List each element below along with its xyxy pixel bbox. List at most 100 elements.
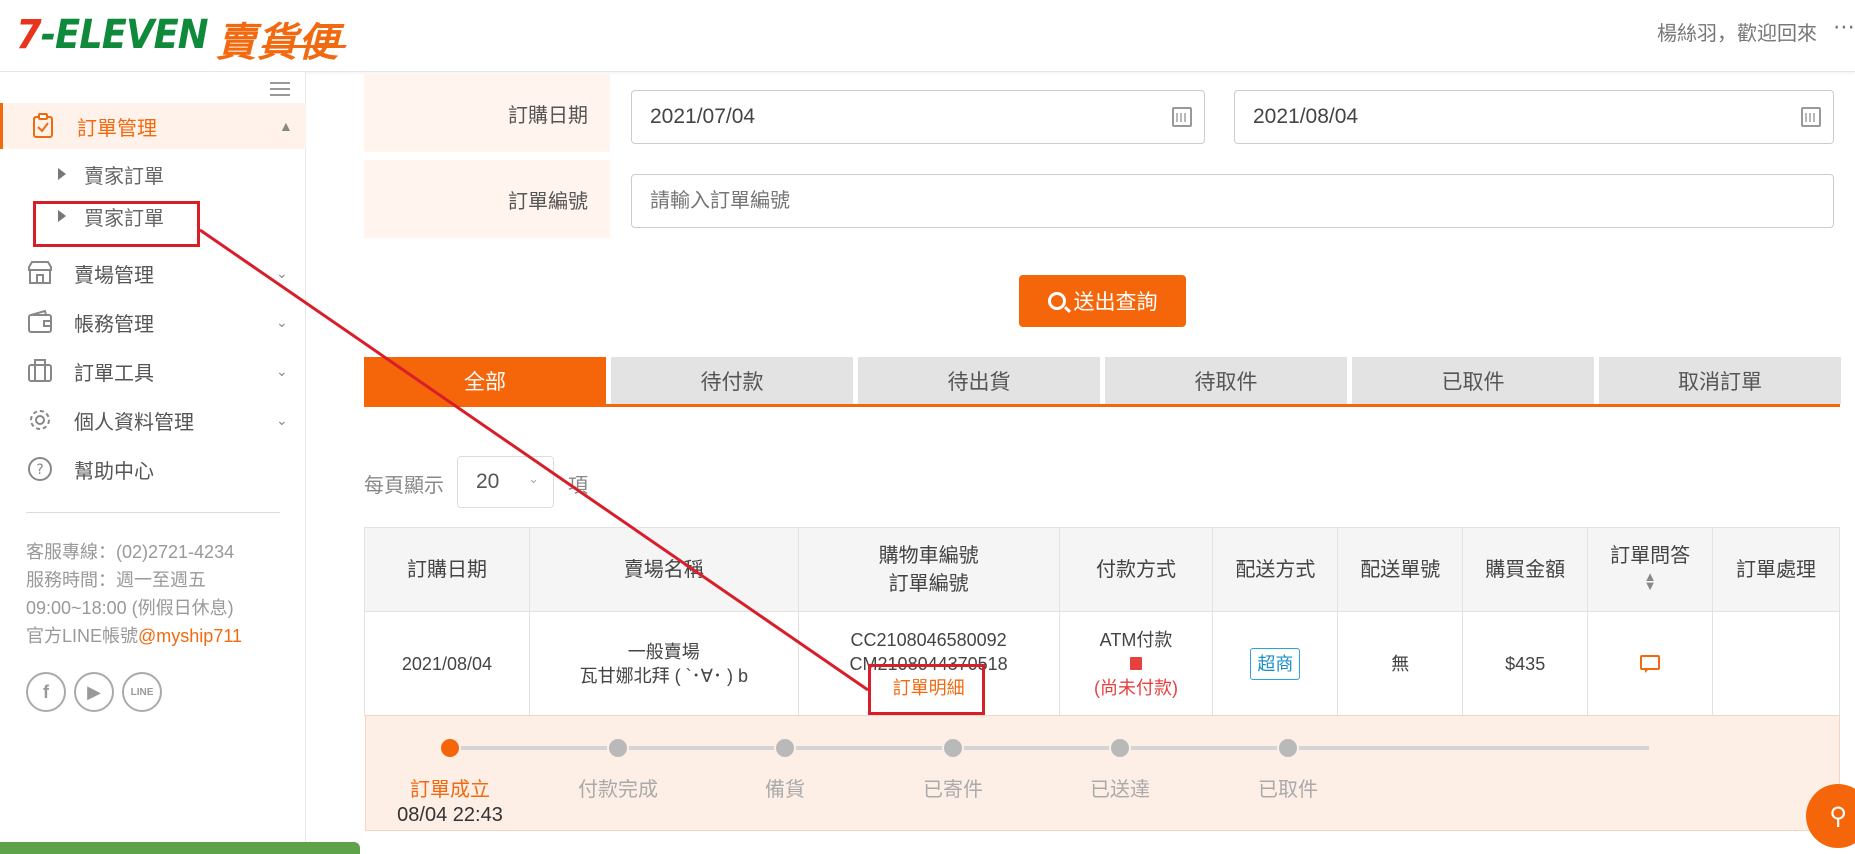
cell-payment: ATM付款 (尚未付款) (1058, 611, 1214, 716)
calendar-icon[interactable] (1172, 107, 1192, 127)
chevron-down-icon: ⌄ (276, 411, 288, 428)
step-dot (1109, 737, 1131, 759)
line-account-id[interactable]: @myship711 (138, 626, 242, 646)
date-from-input[interactable]: 2021/07/04 (631, 90, 1205, 144)
col-action: 訂單處理 (1712, 527, 1840, 612)
sidebar-subitem-seller-orders[interactable]: 賣家訂單 (0, 152, 306, 196)
store-type: 一般賣場 (627, 641, 700, 662)
status-strip (0, 842, 360, 854)
store-name: 瓦甘娜北拜 ( `･∀･ ) b (579, 665, 748, 686)
sidebar-item-label: 幫助中心 (74, 460, 154, 483)
step-time: 08/04 22:43 (397, 804, 503, 826)
progress-step: 訂單成立 08/04 22:43 (365, 737, 535, 827)
submit-query-button[interactable]: 送出查詢 (1019, 275, 1186, 327)
progress-step: 備貨 (700, 737, 870, 802)
calendar-icon[interactable] (1801, 107, 1821, 127)
sidebar-item-label: 訂單工具 (74, 362, 154, 385)
table-header-row: 訂購日期 賣場名稱 購物車編號 訂單編號 付款方式 配送方式 配送單號 購買金額 … (364, 527, 1840, 612)
order-number-input[interactable] (631, 174, 1834, 228)
per-page-select[interactable]: 20 ⌄ (457, 456, 554, 508)
sidebar-divider (26, 512, 280, 513)
tab-awaiting-shipment[interactable]: 待出貨 (858, 357, 1100, 404)
step-dot (607, 737, 629, 759)
sort-icon[interactable]: ▲ ▼ (1644, 570, 1657, 592)
store-icon (26, 259, 54, 287)
tab-awaiting-payment[interactable]: 待付款 (611, 357, 853, 404)
sidebar-item-store-management[interactable]: 賣場管理 ⌄ (0, 250, 306, 296)
hamburger-menu-icon[interactable] (270, 82, 290, 96)
col-cart-order-no: 購物車編號 訂單編號 (797, 527, 1060, 612)
tab-all[interactable]: 全部 (364, 357, 606, 404)
progress-step: 付款完成 (533, 737, 703, 802)
caret-right-icon (58, 168, 66, 180)
myship-logo[interactable]: 賣貨便 (216, 10, 339, 68)
col-order-no: 訂單編號 (888, 572, 969, 595)
cell-qa (1587, 611, 1714, 716)
date-to-value: 2021/08/04 (1253, 105, 1359, 128)
date-to-input[interactable]: 2021/08/04 (1234, 90, 1834, 144)
shipping-badge: 超商 (1250, 647, 1301, 680)
cell-order-date: 2021/08/04 (364, 611, 530, 716)
step-label: 付款完成 (578, 779, 658, 801)
col-order-date: 訂購日期 (364, 527, 530, 612)
line-account: 官方LINE帳號@myship711 (26, 622, 242, 648)
col-qa-label: 訂單問答 (1610, 544, 1691, 567)
sidebar-item-order-tools[interactable]: 訂單工具 ⌄ (0, 348, 306, 394)
seven-eleven-logo[interactable]: 7-ELEVEN (16, 12, 209, 58)
cell-action (1712, 611, 1840, 716)
help-lightbulb-button[interactable]: ⚲ (1806, 784, 1855, 848)
payment-status: (尚未付款) (1094, 677, 1178, 698)
chevron-down-icon: ⌄ (528, 471, 539, 486)
line-icon[interactable]: LINE (122, 672, 162, 712)
progress-step: 已寄件 (868, 737, 1038, 802)
hotline-text: 客服專線：(02)2721-4234 (26, 542, 235, 562)
step-label: 已取件 (1258, 779, 1318, 801)
col-qa[interactable]: 訂單問答 ▲ ▼ (1587, 527, 1714, 612)
payment-flag-icon (1130, 656, 1142, 670)
step-label: 已送達 (1090, 779, 1150, 801)
line-account-label: 官方LINE帳號 (26, 626, 139, 646)
tab-picked-up[interactable]: 已取件 (1352, 357, 1594, 404)
step-dot (942, 737, 964, 759)
youtube-icon[interactable]: ▶ (74, 672, 114, 712)
annotation-box-order-detail (868, 664, 985, 715)
sidebar-item-profile[interactable]: 個人資料管理 ⌄ (0, 397, 306, 443)
cell-shipping: 超商 (1212, 611, 1339, 716)
clipboard-check-icon (29, 112, 57, 140)
chevron-down-icon: ⌄ (276, 264, 288, 281)
question-circle-icon: ? (26, 455, 54, 483)
search-icon (1047, 292, 1066, 310)
sidebar-item-order-management[interactable]: 訂單管理 ▲ (0, 103, 306, 149)
per-page-label: 每頁顯示 (364, 475, 444, 497)
service-hours: 09:00~18:00 (例假日休息) (26, 598, 234, 618)
col-tracking: 配送單號 (1337, 527, 1464, 612)
facebook-icon[interactable]: f (26, 672, 66, 712)
sidebar-item-label: 個人資料管理 (74, 411, 194, 434)
col-shipping: 配送方式 (1212, 527, 1339, 612)
step-label: 備貨 (765, 779, 805, 801)
more-menu-icon[interactable]: ⋯ (1833, 14, 1855, 40)
col-amount: 購買金額 (1462, 527, 1589, 612)
myship-logo-underline (261, 45, 347, 48)
submit-query-label: 送出查詢 (1073, 291, 1158, 314)
sidebar-item-help-center[interactable]: ? 幫助中心 (0, 446, 306, 492)
step-dot (774, 737, 796, 759)
order-status-tabs: 全部 待付款 待出貨 待取件 已取件 取消訂單 (364, 357, 1841, 407)
step-dot (1277, 737, 1299, 759)
svg-text:?: ? (36, 462, 43, 478)
table-row: 2021/08/04 一般賣場 瓦甘娜北拜 ( `･∀･ ) b CC21080… (364, 611, 1840, 716)
order-progress: 訂單成立 08/04 22:43 付款完成 備貨 已寄件 已送達 已取件 (365, 715, 1840, 831)
cart-number: CC2108046580092 (850, 629, 1007, 650)
tab-awaiting-pickup[interactable]: 待取件 (1105, 357, 1347, 404)
chevron-down-icon: ⌄ (276, 313, 288, 330)
sidebar-item-label: 帳務管理 (74, 313, 154, 336)
user-greeting[interactable]: 楊絲羽，歡迎回來 (1657, 17, 1817, 46)
chevron-up-icon: ▲ (279, 118, 293, 134)
sidebar-item-accounting[interactable]: 帳務管理 ⌄ (0, 299, 306, 345)
order-number-label: 訂單編號 (364, 160, 610, 238)
date-from-value: 2021/07/04 (650, 105, 756, 128)
chat-icon[interactable] (1640, 654, 1661, 673)
step-label: 已寄件 (923, 779, 983, 801)
sidebar: 訂單管理 ▲ 賣家訂單 買家訂單 賣場管理 ⌄ 帳務管理 ⌄ 訂單工具 ⌄ 個人… (0, 72, 306, 854)
tab-cancelled[interactable]: 取消訂單 (1599, 357, 1841, 404)
